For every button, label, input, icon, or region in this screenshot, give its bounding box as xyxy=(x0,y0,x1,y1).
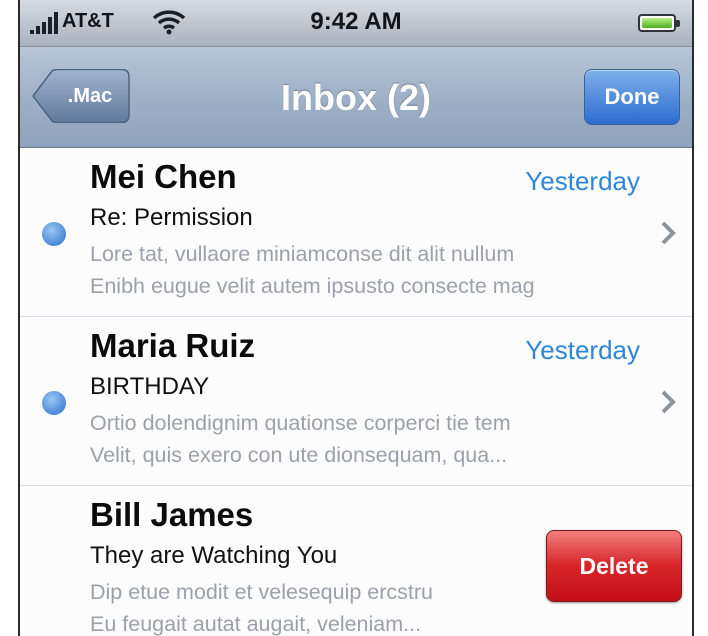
message-subject: Re: Permission xyxy=(90,204,253,231)
navigation-bar: .Mac Inbox (2) Done xyxy=(20,47,692,148)
chevron-right-icon xyxy=(658,220,678,246)
unread-indicator-icon xyxy=(42,391,66,415)
battery-level xyxy=(642,18,672,28)
message-preview-line-1: Lore tat, vullaore miniamconse dit alit … xyxy=(90,242,515,266)
chevron-right-icon xyxy=(658,389,678,415)
phone-screen: AT&T 9:42 AM .Mac Inbox (2) Done Mei Che… xyxy=(18,0,694,636)
message-preview-line-2: Eu feugait autat augait, veleniam... xyxy=(90,612,422,636)
battery-icon xyxy=(638,14,680,32)
delete-button[interactable]: Delete xyxy=(546,530,682,602)
message-sender: Maria Ruiz xyxy=(90,327,256,364)
message-preview-line-2: Velit, quis exero con ute dionsequam, qu… xyxy=(90,443,508,467)
done-button[interactable]: Done xyxy=(584,69,680,125)
message-preview-line-1: Dip etue modit et velesequip ercstru xyxy=(90,580,433,604)
message-sender: Mei Chen xyxy=(90,158,237,195)
message-date: Yesterday xyxy=(525,166,640,196)
status-bar: AT&T 9:42 AM xyxy=(20,0,692,47)
message-preview-line-2: Enibh eugue velit autem ipsusto consecte… xyxy=(90,274,535,298)
message-date: Yesterday xyxy=(525,335,640,365)
message-subject: BIRTHDAY xyxy=(90,373,210,400)
message-row[interactable]: Bill James They are Watching You Dip etu… xyxy=(20,486,692,636)
message-preview-line-1: Ortio dolendignim quationse corperci tie… xyxy=(90,411,511,435)
message-row[interactable]: Mei Chen Yesterday Re: Permission Lore t… xyxy=(20,148,692,317)
message-row[interactable]: Maria Ruiz Yesterday BIRTHDAY Ortio dole… xyxy=(20,317,692,486)
clock: 9:42 AM xyxy=(310,8,402,35)
message-subject: They are Watching You xyxy=(90,542,338,569)
unread-indicator-icon xyxy=(42,222,66,246)
message-sender: Bill James xyxy=(90,496,254,533)
